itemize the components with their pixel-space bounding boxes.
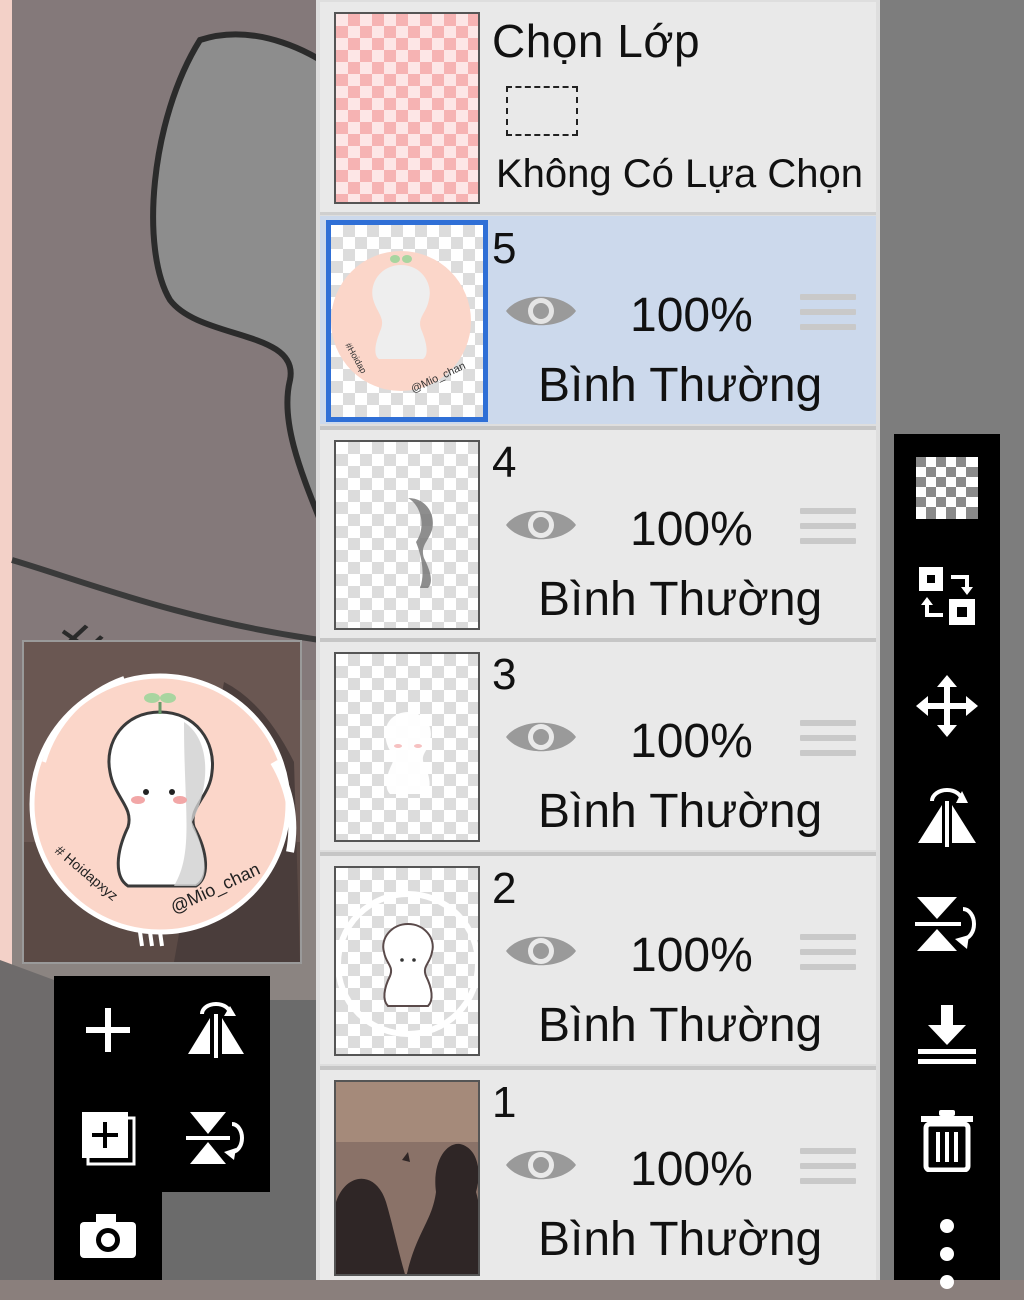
- flip-vertical-icon: [915, 897, 976, 951]
- merge-down-icon: [918, 1005, 976, 1064]
- layer-panel: Chọn Lớp Không Có Lựa Chọn #Hoidap @Mio_…: [316, 0, 880, 1280]
- add-layer-icon: [86, 1008, 130, 1052]
- canvas-preview[interactable]: # Hoidapxyz @Mio_chan: [22, 640, 302, 964]
- drag-handle-icon[interactable]: [800, 720, 856, 765]
- selection-marquee-icon: [506, 86, 578, 136]
- visibility-eye-icon[interactable]: [504, 1142, 578, 1188]
- visibility-eye-icon[interactable]: [504, 714, 578, 760]
- layer-opacity[interactable]: 100%: [630, 928, 753, 983]
- drag-handle-icon[interactable]: [800, 294, 856, 339]
- drag-handle-icon[interactable]: [800, 1148, 856, 1193]
- layer-number: 1: [492, 1078, 517, 1127]
- layer-opacity[interactable]: 100%: [630, 288, 753, 343]
- layer-tools: [54, 976, 270, 1192]
- camera-tool-area: [54, 1192, 162, 1280]
- add-layer-button[interactable]: [54, 976, 162, 1084]
- more-icon: [940, 1219, 954, 1289]
- merge-down-button[interactable]: [894, 984, 1000, 1084]
- layer-row[interactable]: 3 100% Bình Thường: [320, 642, 876, 850]
- add-layer-copy-button[interactable]: [54, 1084, 162, 1192]
- camera-button[interactable]: [54, 1192, 162, 1280]
- layer-thumbnail: [334, 866, 480, 1056]
- layer-opacity[interactable]: 100%: [630, 714, 753, 769]
- flip-layer-horizontal-button[interactable]: [162, 976, 270, 1084]
- layer-blend-mode[interactable]: Bình Thường: [538, 998, 822, 1053]
- transparency-button[interactable]: [894, 438, 1000, 538]
- layer-thumbnail: [334, 652, 480, 842]
- layer-blend-mode[interactable]: Bình Thường: [538, 358, 822, 413]
- layer-number: 2: [492, 864, 517, 913]
- visibility-eye-icon[interactable]: [504, 288, 578, 334]
- flip-vertical-icon: [186, 1112, 244, 1164]
- layer-row[interactable]: #Hoidap @Mio_chan 5 100% Bình Thường: [320, 216, 876, 424]
- flip-horizontal-icon: [918, 788, 976, 847]
- layer-thumbnail: [334, 1080, 480, 1276]
- layer-thumbnail: [334, 440, 480, 630]
- visibility-eye-icon[interactable]: [504, 928, 578, 974]
- drag-handle-icon[interactable]: [800, 934, 856, 979]
- add-layer-copy-icon: [82, 1112, 136, 1166]
- layer-opacity[interactable]: 100%: [630, 502, 753, 557]
- layer-blend-mode[interactable]: Bình Thường: [538, 572, 822, 627]
- camera-icon: [80, 1214, 136, 1258]
- layer-blend-mode[interactable]: Bình Thường: [538, 784, 822, 839]
- selection-status: Không Có Lựa Chọn: [496, 152, 864, 196]
- delete-layer-button[interactable]: [894, 1090, 1000, 1190]
- layer-number: 5: [492, 224, 517, 273]
- layer-blend-mode[interactable]: Bình Thường: [538, 1212, 822, 1267]
- layer-action-toolbar: [894, 434, 1000, 1289]
- flip-vertical-button[interactable]: [894, 874, 1000, 974]
- selection-thumbnail: [334, 12, 480, 204]
- delete-icon: [921, 1110, 973, 1172]
- swap-layers-button[interactable]: [894, 546, 1000, 646]
- flip-horizontal-icon: [188, 1002, 244, 1058]
- layer-row[interactable]: 2 100% Bình Thường: [320, 856, 876, 1064]
- visibility-eye-icon[interactable]: [504, 502, 578, 548]
- layer-thumbnail: #Hoidap @Mio_chan: [326, 220, 488, 422]
- drag-handle-icon[interactable]: [800, 508, 856, 553]
- flip-horizontal-button[interactable]: [894, 766, 1000, 866]
- layer-row[interactable]: 4 100% Bình Thường: [320, 430, 876, 638]
- layer-number: 4: [492, 438, 517, 487]
- flip-layer-vertical-button[interactable]: [162, 1084, 270, 1192]
- swap-layers-icon: [919, 567, 975, 625]
- move-button[interactable]: [894, 656, 1000, 756]
- move-icon: [916, 675, 978, 737]
- selection-title: Chọn Lớp: [492, 15, 701, 67]
- layer-row[interactable]: 1 100% Bình Thường: [320, 1070, 876, 1280]
- more-options-button[interactable]: [894, 1200, 1000, 1300]
- layer-number: 3: [492, 650, 517, 699]
- layer-opacity[interactable]: 100%: [630, 1142, 753, 1197]
- selection-layer-row[interactable]: Chọn Lớp Không Có Lựa Chọn: [320, 2, 876, 215]
- transparency-icon: [916, 457, 978, 519]
